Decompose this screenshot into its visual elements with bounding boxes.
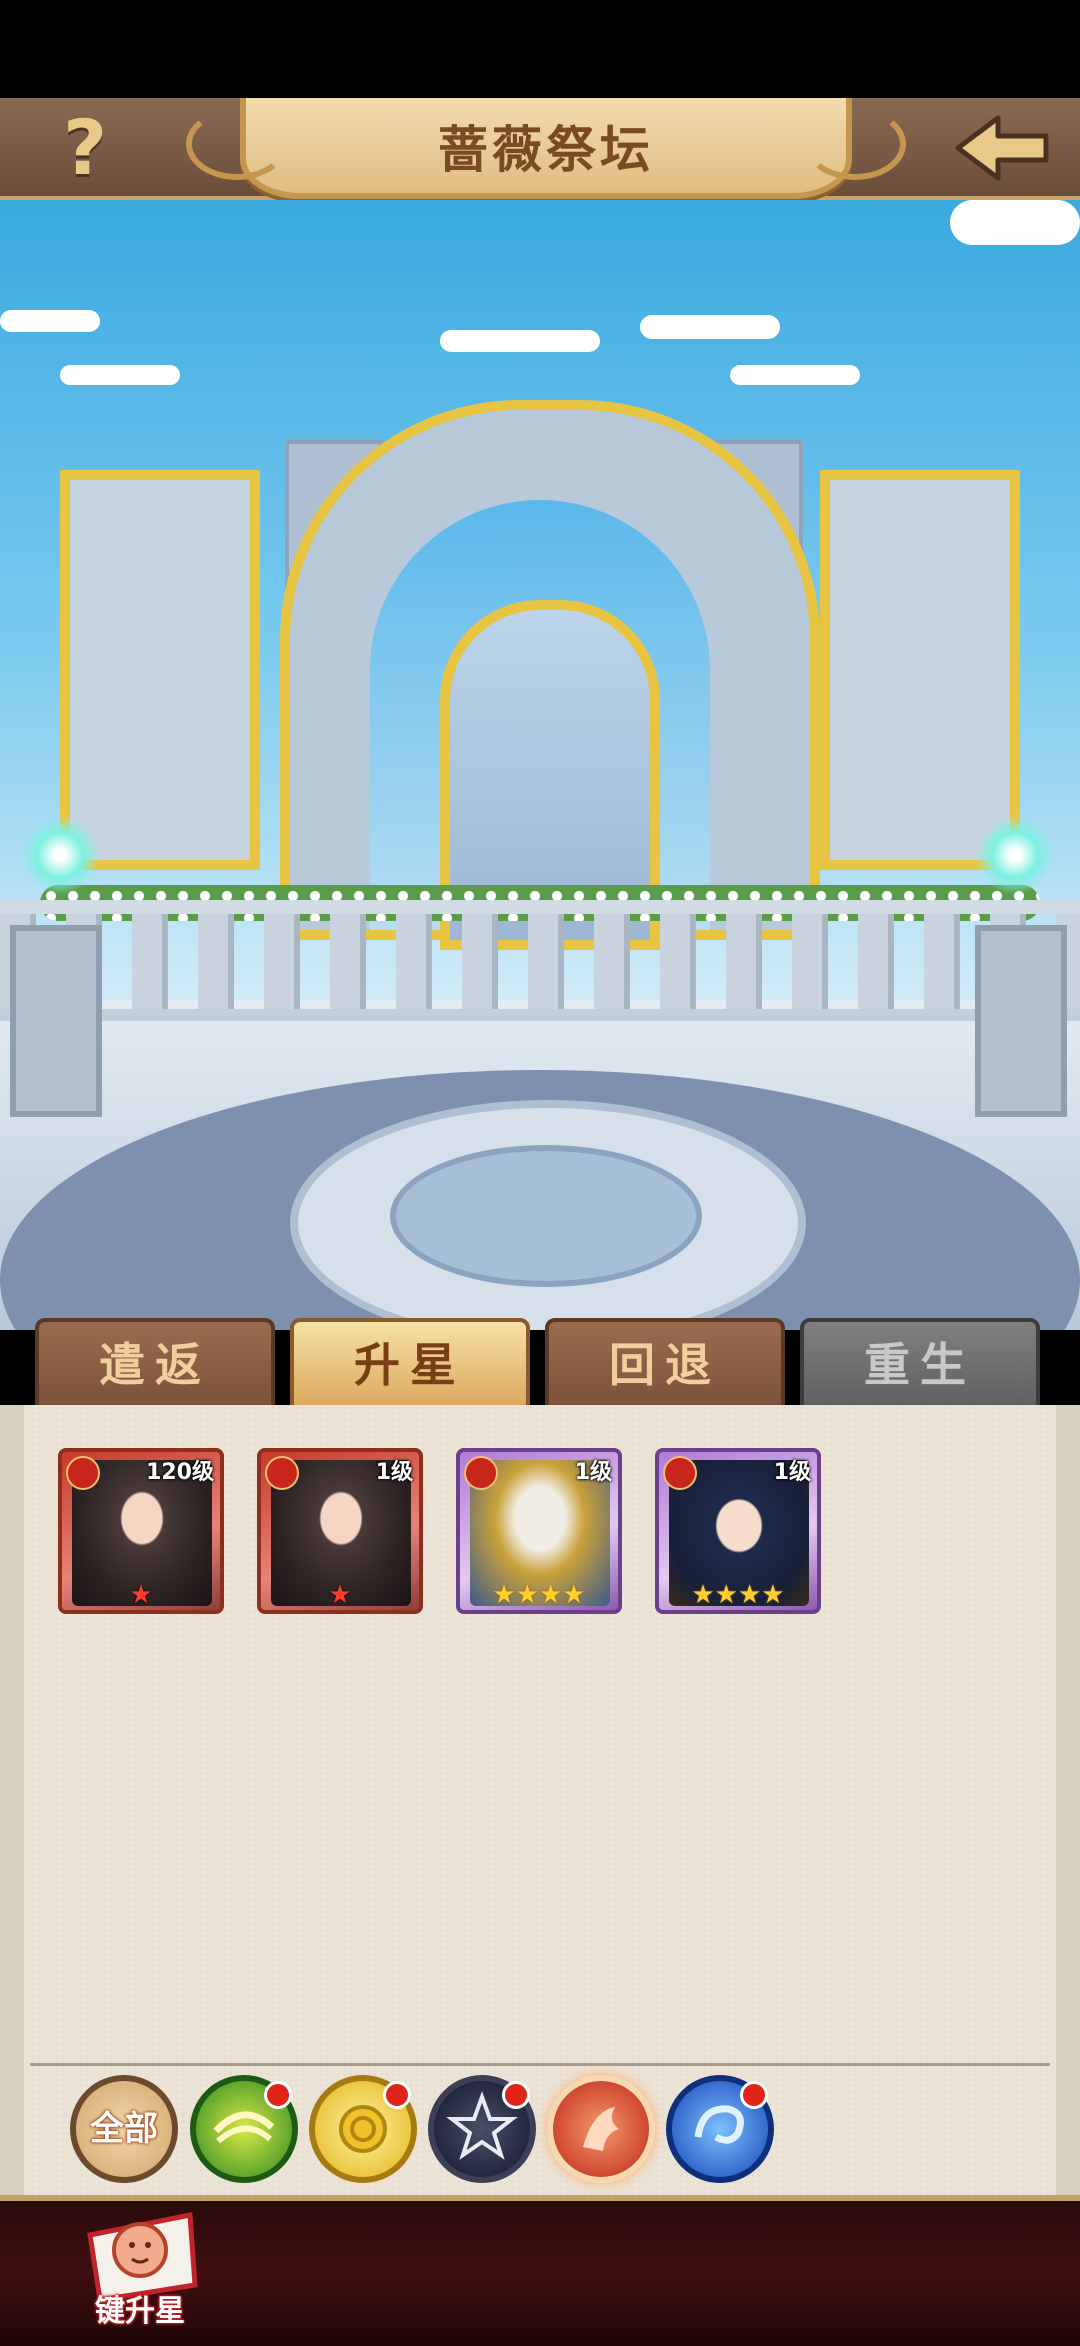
tab-dismiss[interactable]: 遣返 [35,1318,275,1414]
hero-stars: ★ [129,1580,153,1610]
top-bar: ? 蔷薇祭坛 [0,98,1080,200]
page-title: 蔷薇祭坛 [438,120,654,179]
right-post [975,925,1067,1117]
faction-badge-icon [265,1456,299,1490]
altar-scene [0,200,1080,1330]
notification-dot [383,2081,411,2109]
filter-water-button[interactable] [666,2075,774,2183]
filter-rose-button[interactable] [309,2075,417,2183]
hero-level: 1级 [375,1460,413,1485]
notification-dot [264,2081,292,2109]
one-key-star-up-label: 键升星 [95,2294,185,2329]
hero-card[interactable]: 1级 ★ [257,1448,423,1614]
status-bar [0,0,1080,98]
hero-stars: ★★★★ [492,1580,586,1610]
cloud [440,330,600,352]
tab-rebirth[interactable]: 重生 [800,1318,1040,1414]
tab-star-up[interactable]: 升星 [290,1318,530,1414]
hero-stars: ★★★★ [691,1580,785,1610]
cloud [640,315,780,339]
left-wing-wall [60,470,260,870]
filter-dark-button[interactable] [428,2075,536,2183]
hero-level: 1级 [574,1460,612,1485]
filter-all-button[interactable]: 全部 [70,2075,178,2183]
filter-fire-button[interactable] [547,2075,655,2183]
cloud [730,365,860,385]
hero-stars: ★ [328,1580,352,1610]
cloud [0,310,100,332]
faction-badge-icon [66,1456,100,1490]
back-arrow-icon [955,115,1049,181]
hero-level: 1级 [773,1460,811,1485]
left-post [10,925,102,1117]
balustrade [0,900,1080,1021]
hero-card[interactable]: 1级 ★★★★ [655,1448,821,1614]
faction-badge-icon [464,1456,498,1490]
right-wing-wall [820,470,1020,870]
panel-divider [30,2063,1050,2066]
glowing-orb-right [975,815,1055,895]
hero-level: 120级 [146,1460,214,1485]
hero-card[interactable]: 1级 ★★★★ [456,1448,622,1614]
notification-dot [740,2081,768,2109]
help-button[interactable]: ? [50,108,120,188]
title-plaque: 蔷薇祭坛 [186,98,906,199]
one-key-star-up-button[interactable]: 键升星 [70,2205,210,2330]
cloud [60,365,180,385]
tab-rollback[interactable]: 回退 [545,1318,785,1414]
altar-rune-circle [390,1145,702,1287]
hero-card[interactable]: 120级 ★ [58,1448,224,1614]
glowing-orb-left [20,815,100,895]
phoenix-faction-icon [583,2107,619,2151]
cloud [950,200,1080,245]
notification-dot [502,2081,530,2109]
faction-badge-icon [663,1456,697,1490]
back-button[interactable] [952,104,1052,192]
filter-nature-button[interactable] [190,2075,298,2183]
